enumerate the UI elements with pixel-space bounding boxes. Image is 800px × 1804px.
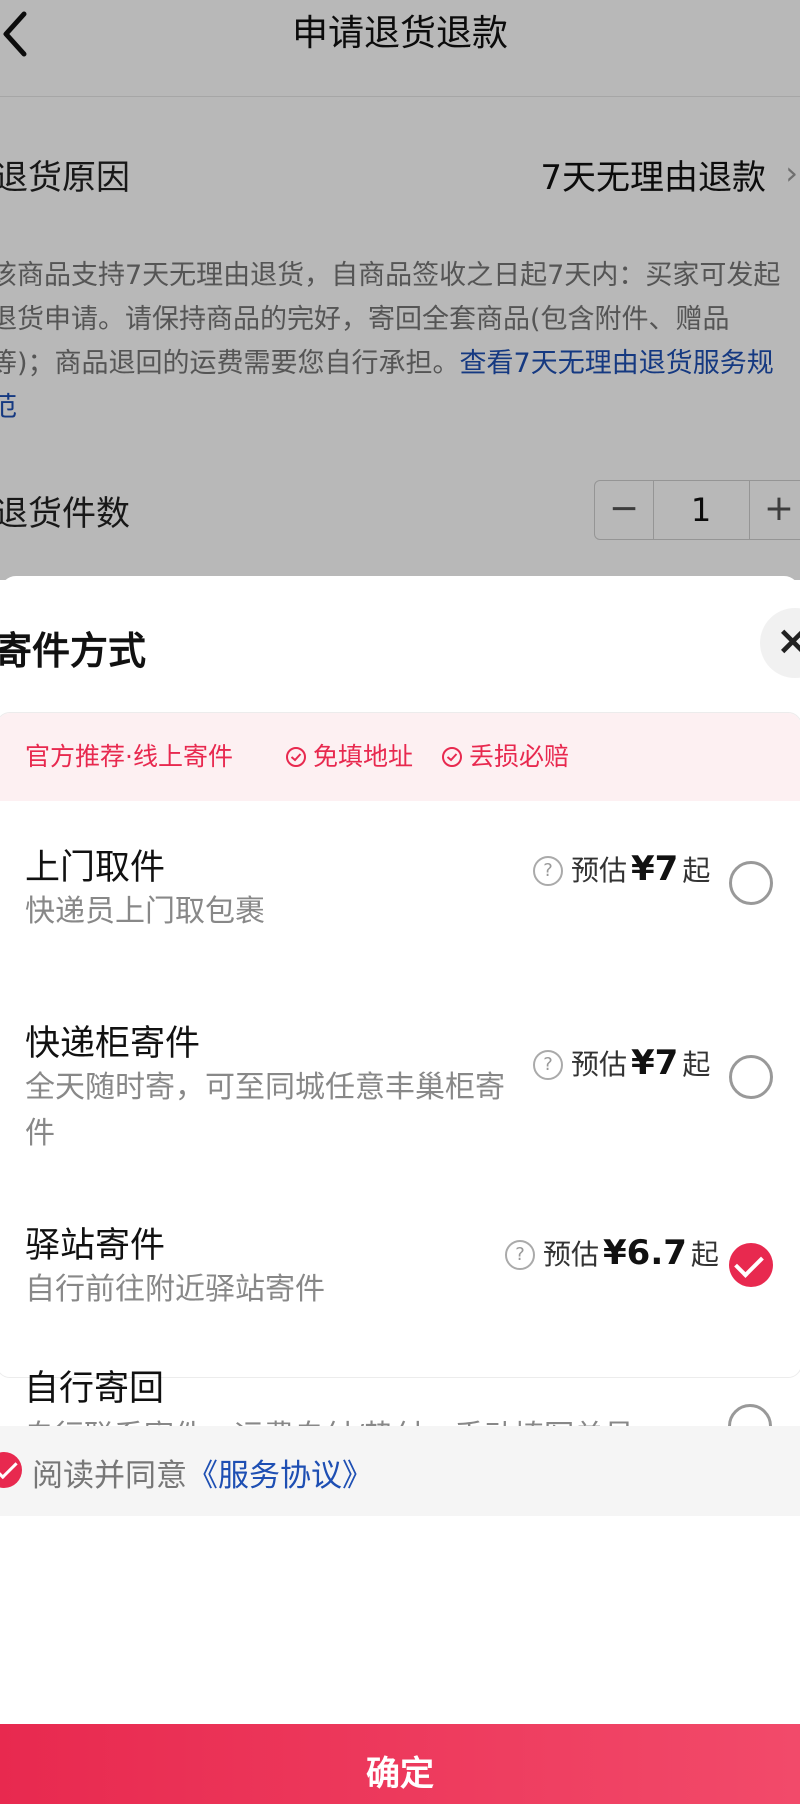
option-price: ? 预估 ¥6.7 起: [505, 1233, 719, 1273]
shipping-method-sheet: 寄件方式 × 官方推荐·线上寄件 免填地址 丢损必赔 上门取件 快递员上门取包裹…: [0, 576, 800, 1804]
radio-checked[interactable]: [729, 1243, 773, 1287]
shipping-option-home-pickup[interactable]: 上门取件 快递员上门取包裹 ? 预估 ¥7 起: [0, 801, 800, 971]
price-amount: ¥7: [631, 849, 679, 889]
price-suffix: 起: [682, 1048, 711, 1081]
confirm-button[interactable]: 确定: [0, 1724, 800, 1804]
option-name: 上门取件: [25, 848, 166, 888]
option-desc: 自行前往附近驿站寄件: [25, 1272, 325, 1307]
agreement-prefix: 阅读并同意: [32, 1458, 187, 1494]
option-desc: 全天随时寄，可至同城任意丰巢柜寄件: [25, 1070, 505, 1151]
agreement-checkbox[interactable]: [0, 1452, 22, 1488]
confirm-button-label: 确定: [366, 1754, 434, 1794]
option-price: ? 预估 ¥7 起: [533, 1043, 710, 1083]
agreement-text: 阅读并同意《服务协议》: [32, 1450, 373, 1495]
banner-tag: 丢损必赔: [441, 737, 569, 773]
price-amount: ¥6.7: [603, 1233, 687, 1273]
option-desc: 快递员上门取包裹: [25, 894, 265, 929]
shipping-option-locker[interactable]: 快递柜寄件 全天随时寄，可至同城任意丰巢柜寄件 ? 预估 ¥7 起: [0, 971, 800, 1181]
price-prefix: 预估: [571, 1048, 628, 1081]
banner-tag-label: 免填地址: [313, 742, 414, 771]
agreement-row: 阅读并同意《服务协议》: [0, 1426, 800, 1516]
price-suffix: 起: [682, 854, 711, 887]
help-icon[interactable]: ?: [533, 856, 563, 886]
option-name: 快递柜寄件: [25, 1024, 201, 1064]
recommend-banner-title: 官方推荐·线上寄件: [25, 742, 233, 771]
radio-unchecked[interactable]: [729, 861, 773, 905]
price-prefix: 预估: [571, 854, 628, 887]
close-button[interactable]: ×: [760, 608, 800, 678]
service-agreement-link[interactable]: 《服务协议》: [187, 1458, 373, 1494]
check-circle-icon: [442, 747, 462, 767]
sheet-title: 寄件方式: [0, 629, 147, 673]
radio-unchecked[interactable]: [729, 1055, 773, 1099]
close-icon: ×: [776, 618, 800, 664]
banner-tag-label: 丢损必赔: [469, 742, 570, 771]
help-icon[interactable]: ?: [533, 1050, 563, 1080]
price-prefix: 预估: [543, 1238, 600, 1271]
option-price: ? 预估 ¥7 起: [533, 849, 710, 889]
help-icon[interactable]: ?: [505, 1240, 535, 1270]
check-circle-icon: [286, 747, 306, 767]
online-shipping-card: 官方推荐·线上寄件 免填地址 丢损必赔 上门取件 快递员上门取包裹 ? 预估 ¥7 起…: [0, 712, 800, 1378]
price-amount: ¥7: [631, 1043, 679, 1083]
price-suffix: 起: [690, 1238, 719, 1271]
option-name: 自行寄回: [24, 1369, 165, 1409]
recommend-banner: 官方推荐·线上寄件 免填地址 丢损必赔: [0, 713, 800, 801]
option-name: 驿站寄件: [25, 1226, 166, 1266]
banner-tag: 免填地址: [285, 737, 413, 773]
modal-overlay[interactable]: [0, 0, 800, 580]
